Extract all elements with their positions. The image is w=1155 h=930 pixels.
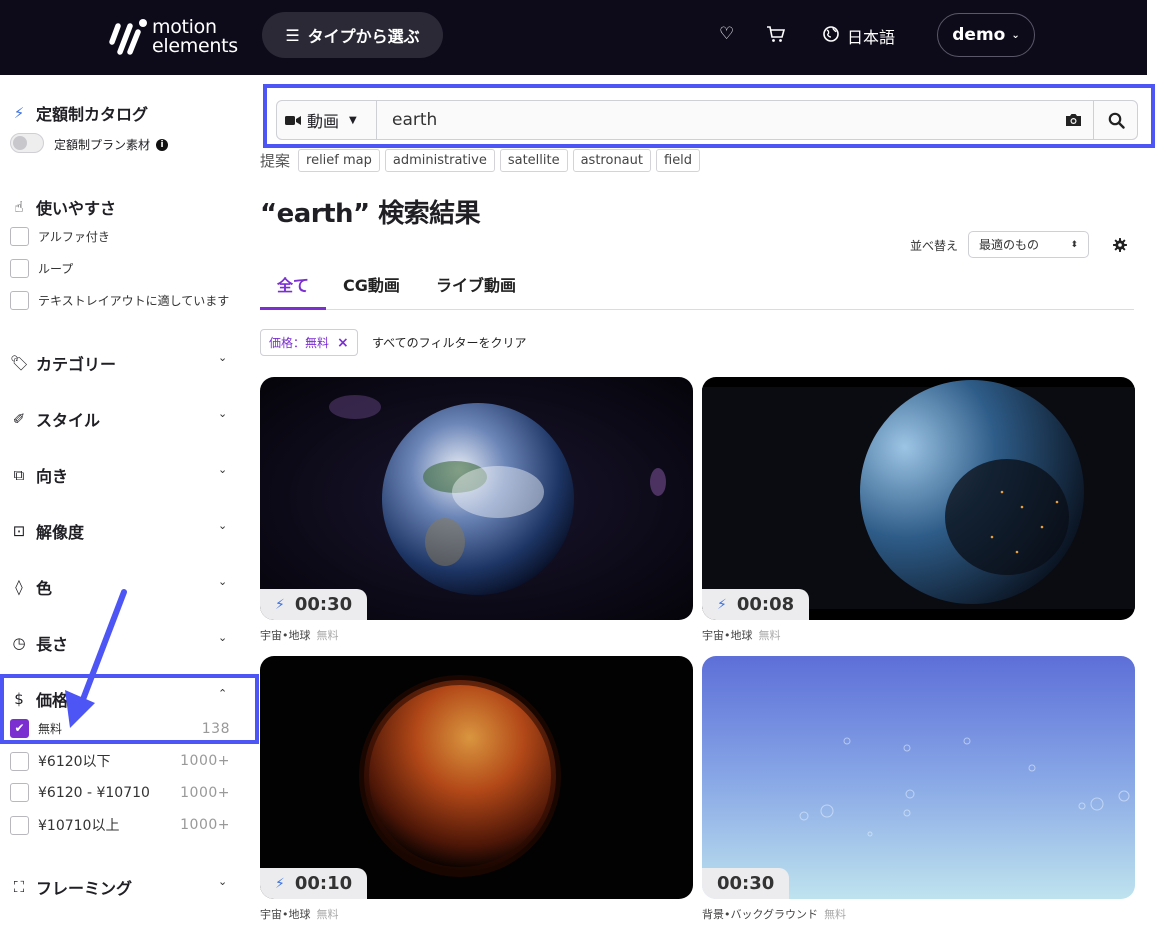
card-price: 無料 — [758, 629, 781, 642]
checkbox[interactable] — [10, 783, 29, 802]
tab-cg-video[interactable]: CG動画 — [343, 272, 400, 296]
duration-badge: ⚡ 00:30 — [260, 589, 368, 620]
close-icon[interactable]: × — [337, 335, 349, 351]
video-camera-icon — [285, 111, 301, 130]
user-name: demo — [952, 25, 1006, 45]
video-card[interactable]: ⚡ 00:30 宇宙•地球 無料 — [260, 377, 693, 643]
checkbox[interactable] — [10, 815, 29, 835]
search-bar: 動画 ▼ — [276, 100, 1138, 140]
price-option-over-10710[interactable]: ¥10710以上 1000+ — [10, 815, 230, 835]
card-price: 無料 — [316, 629, 339, 642]
card-meta: 背景•バックグラウンド 無料 — [702, 906, 1135, 922]
search-type-label: 動画 — [307, 112, 340, 131]
media-tabs: 全て CG動画 ライブ動画 — [260, 262, 1134, 310]
video-thumbnail[interactable]: 00:30 — [702, 656, 1135, 899]
bubbles-thumbnail-image — [702, 656, 1135, 899]
duration-badge: ⚡ 00:08 — [702, 589, 810, 620]
lightning-icon: ⚡ — [275, 596, 285, 613]
chevron-down-icon[interactable]: ⌄ — [218, 875, 227, 888]
active-filter-chip[interactable]: 価格：無料 × — [260, 329, 358, 356]
hamburger-icon: ☰ — [285, 25, 300, 45]
gear-icon[interactable] — [1106, 231, 1134, 258]
earth-thumbnail-image — [260, 377, 693, 620]
cart-icon[interactable] — [766, 26, 786, 47]
favorites-heart-icon[interactable]: ♡ — [719, 26, 734, 43]
type-select-label: タイプから選ぶ — [307, 27, 420, 46]
sort-value: 最適のもの — [979, 238, 1040, 252]
search-type-dropdown[interactable]: 動画 ▼ — [277, 101, 377, 139]
suggestion-chip[interactable]: satellite — [499, 149, 568, 172]
clear-filters-link[interactable]: すべてのフィルターをクリア — [372, 334, 526, 351]
lightning-icon: ⚡ — [275, 875, 285, 892]
video-thumbnail[interactable]: ⚡ 00:30 — [260, 377, 693, 620]
video-card[interactable]: ⚡ 00:08 宇宙•地球 無料 — [702, 377, 1135, 643]
suggestion-chip[interactable]: field — [656, 149, 701, 172]
annotation-arrow-icon — [65, 589, 127, 728]
sort-select[interactable]: 最適のもの ⬍ — [968, 231, 1089, 258]
suggestion-chip[interactable]: administrative — [384, 149, 495, 172]
search-highlight-frame: 動画 ▼ — [263, 84, 1155, 148]
language-label: 日本語 — [847, 28, 896, 47]
type-select-button[interactable]: ☰ タイプから選ぶ — [262, 12, 443, 58]
framing-icon: ⛶ — [13, 878, 25, 896]
results-title: “earth” 検索結果 — [260, 199, 481, 229]
card-category[interactable]: 宇宙•地球 — [702, 627, 753, 643]
suggestions-bar: 提案 relief map administrative satellite a… — [260, 149, 701, 172]
earth-thumbnail-image — [702, 377, 1135, 620]
earth-thumbnail-image — [260, 656, 693, 899]
lightning-icon: ⚡ — [717, 596, 727, 613]
card-price: 無料 — [316, 908, 339, 921]
search-input[interactable] — [382, 101, 1042, 139]
video-thumbnail[interactable]: ⚡ 00:10 — [260, 656, 693, 899]
card-category[interactable]: 宇宙•地球 — [260, 906, 311, 922]
card-meta: 宇宙•地球 無料 — [702, 627, 1135, 643]
duration-badge: 00:30 — [702, 868, 790, 899]
active-tab-underline — [260, 307, 326, 310]
search-button[interactable] — [1093, 101, 1138, 139]
suggestion-chip[interactable]: relief map — [298, 149, 380, 172]
chevron-down-icon: ⌄ — [1011, 29, 1020, 41]
card-category[interactable]: 宇宙•地球 — [260, 627, 311, 643]
sort-label: 並べ替え — [910, 239, 959, 253]
user-menu-button[interactable]: demo ⌄ — [937, 13, 1035, 57]
card-price: 無料 — [824, 908, 847, 921]
suggestion-chip[interactable]: astronaut — [572, 149, 651, 172]
video-card[interactable]: 00:30 背景•バックグラウンド 無料 — [702, 656, 1135, 922]
price-option-6120-10710[interactable]: ¥6120 - ¥10710 1000+ — [10, 783, 230, 802]
updown-caret-icon: ⬍ — [1070, 239, 1078, 250]
suggestions-label: 提案 — [260, 152, 291, 170]
card-category[interactable]: 背景•バックグラウンド — [702, 906, 818, 922]
card-meta: 宇宙•地球 無料 — [260, 906, 693, 922]
video-card[interactable]: ⚡ 00:10 宇宙•地球 無料 — [260, 656, 693, 922]
tab-live-video[interactable]: ライブ動画 — [436, 272, 516, 296]
tab-all[interactable]: 全て — [277, 272, 309, 296]
globe-icon — [823, 26, 839, 46]
framing-section[interactable]: ⛶ フレーミング — [10, 875, 132, 899]
video-thumbnail[interactable]: ⚡ 00:08 — [702, 377, 1135, 620]
caret-down-icon: ▼ — [349, 114, 357, 126]
search-icon — [1108, 112, 1125, 129]
duration-badge: ⚡ 00:10 — [260, 868, 368, 899]
language-selector[interactable]: 日本語 — [823, 24, 895, 48]
image-search-camera-icon[interactable] — [1053, 101, 1093, 139]
card-meta: 宇宙•地球 無料 — [260, 627, 693, 643]
